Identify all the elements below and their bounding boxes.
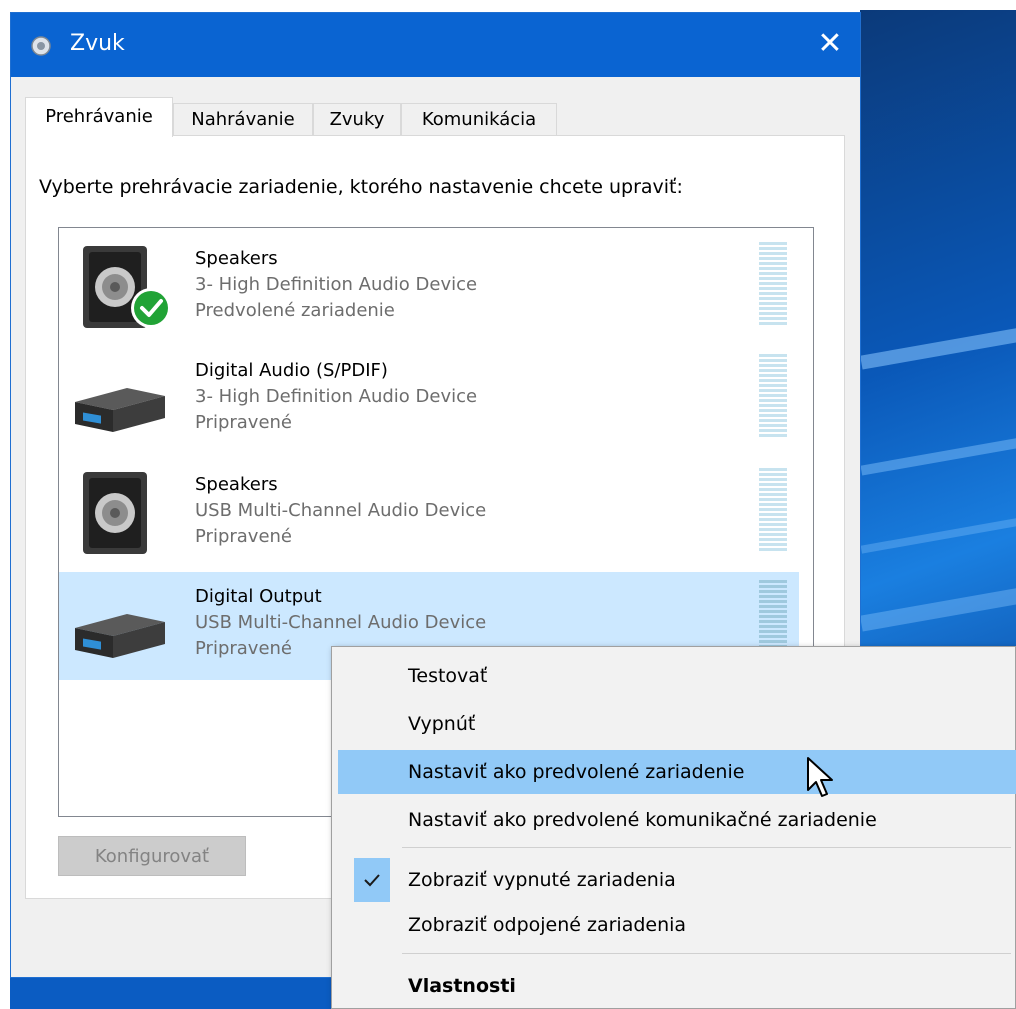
device-name: Speakers <box>195 474 278 495</box>
menu-item-label: Vypnúť <box>408 713 476 735</box>
menu-separator <box>402 847 1011 848</box>
menu-item-label: Zobraziť vypnuté zariadenia <box>408 869 676 891</box>
title-bar[interactable]: Zvuk ✕ <box>11 13 860 77</box>
menu-item-label: Zobraziť odpojené zariadenia <box>408 914 687 936</box>
configure-button[interactable]: Konfigurovať <box>58 836 246 876</box>
taskbar-strip <box>10 978 340 1009</box>
receiver-icon <box>75 388 165 432</box>
device-item[interactable]: Speakers 3- High Definition Audio Device… <box>59 234 799 342</box>
device-name: Speakers <box>195 248 278 269</box>
menu-item-show-disconnected[interactable]: Zobraziť odpojené zariadenia <box>338 903 1016 947</box>
device-description: USB Multi-Channel Audio Device <box>195 612 487 633</box>
menu-item-set-default[interactable]: Nastaviť ako predvolené zariadenie <box>338 750 1016 794</box>
device-description: USB Multi-Channel Audio Device <box>195 500 487 521</box>
speaker-app-icon <box>31 36 51 56</box>
menu-separator <box>402 953 1011 954</box>
device-name: Digital Output <box>195 586 322 607</box>
window-title: Zvuk <box>70 31 125 56</box>
device-status: Pripravené <box>195 638 293 659</box>
tab-komunikacia[interactable]: Komunikácia <box>401 103 557 135</box>
device-name: Digital Audio (S/PDIF) <box>195 360 388 381</box>
tab-zvuky[interactable]: Zvuky <box>313 103 401 135</box>
volume-meter <box>759 354 789 440</box>
device-status: Predvolené zariadenie <box>195 300 395 321</box>
menu-item-label: Vlastnosti <box>408 975 516 997</box>
context-menu: Testovať Vypnúť Nastaviť ako predvolené … <box>331 646 1016 1009</box>
menu-item-disable[interactable]: Vypnúť <box>338 702 1016 746</box>
device-description: 3- High Definition Audio Device <box>195 274 478 295</box>
menu-item-label: Nastaviť ako predvolené zariadenie <box>408 761 745 783</box>
device-status: Pripravené <box>195 412 293 433</box>
tab-prehravanie[interactable]: Prehrávanie <box>25 97 173 137</box>
device-description: 3- High Definition Audio Device <box>195 386 478 407</box>
menu-item-show-disabled[interactable]: Zobraziť vypnuté zariadenia <box>338 858 1016 902</box>
device-item[interactable]: Speakers USB Multi-Channel Audio Device … <box>59 460 799 568</box>
instruction-text: Vyberte prehrávacie zariadenie, ktorého … <box>39 176 683 198</box>
receiver-icon <box>75 614 165 658</box>
menu-item-set-default-communication[interactable]: Nastaviť ako predvolené komunikačné zari… <box>338 798 1016 842</box>
mouse-cursor-icon <box>807 757 833 797</box>
menu-item-label: Nastaviť ako predvolené komunikačné zari… <box>408 809 877 831</box>
close-icon: ✕ <box>817 26 843 61</box>
volume-meter <box>759 242 789 328</box>
device-status: Pripravené <box>195 526 293 547</box>
close-button[interactable]: ✕ <box>800 13 860 77</box>
speaker-icon <box>83 472 147 554</box>
checkmark-icon <box>354 858 390 902</box>
menu-item-test[interactable]: Testovať <box>338 654 1016 698</box>
volume-meter <box>759 468 789 554</box>
tab-nahravanie[interactable]: Nahrávanie <box>173 103 313 135</box>
speaker-icon <box>83 246 169 328</box>
menu-item-label: Testovať <box>408 665 488 687</box>
device-item[interactable]: Digital Audio (S/PDIF) 3- High Definitio… <box>59 346 799 454</box>
menu-item-properties[interactable]: Vlastnosti <box>338 964 1016 1008</box>
